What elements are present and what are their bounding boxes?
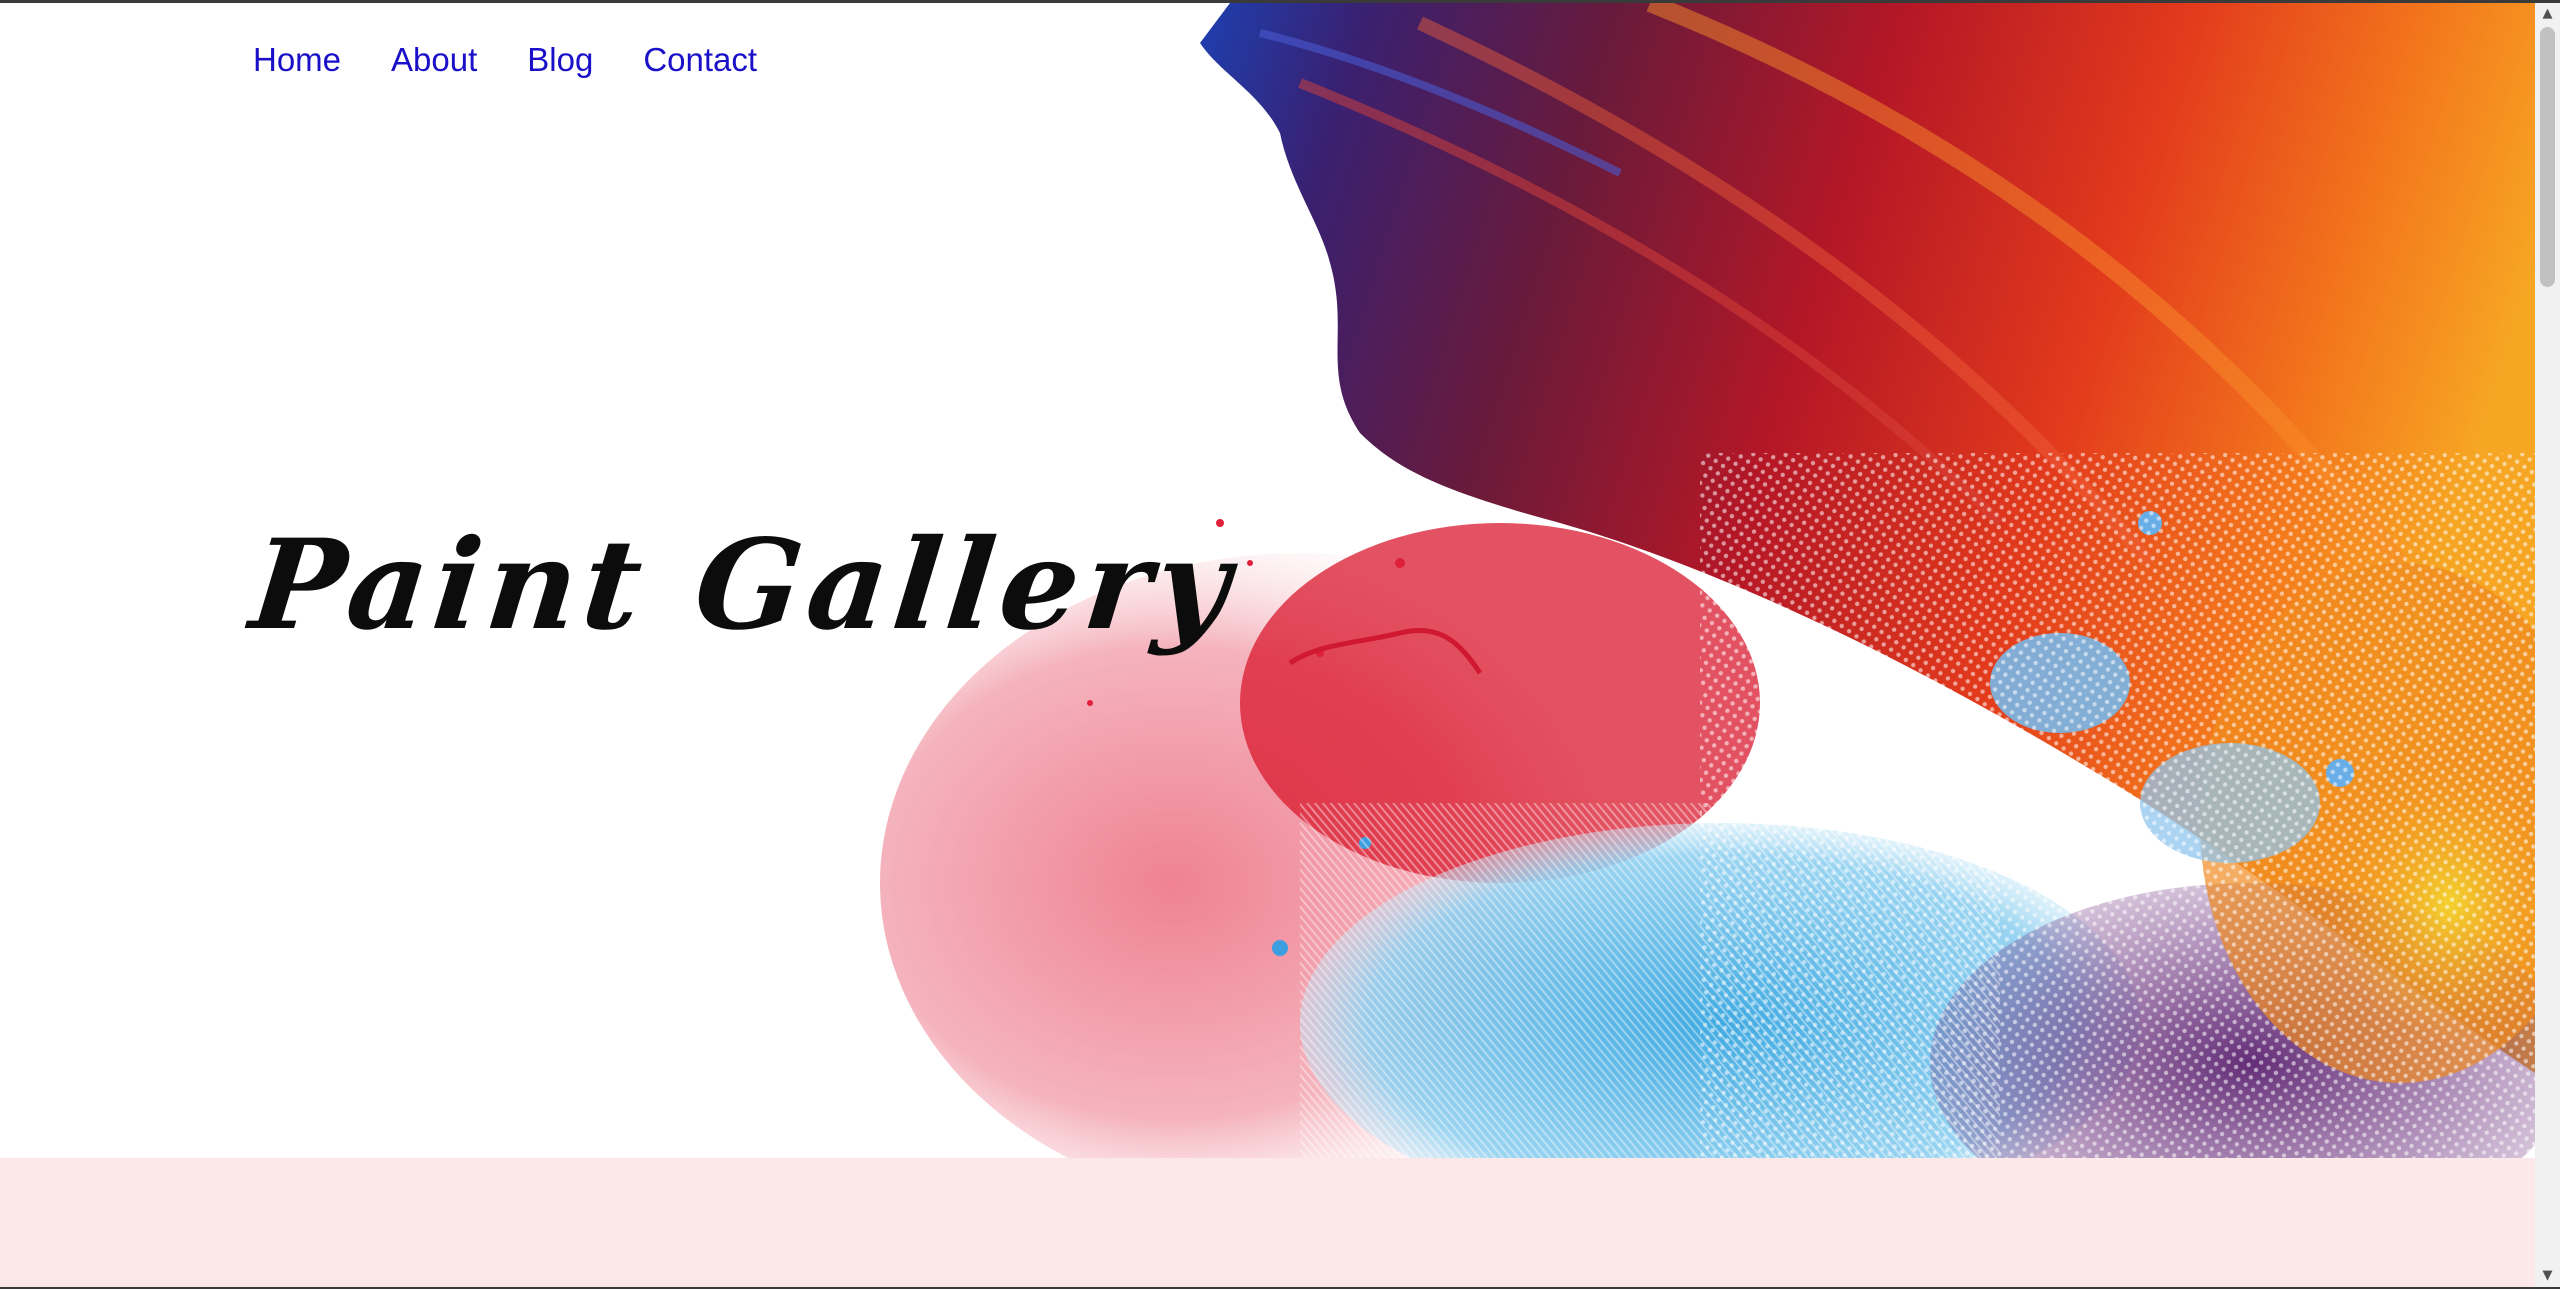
scroll-down-icon[interactable]: ▼ — [2535, 1265, 2560, 1287]
scroll-up-icon[interactable]: ▲ — [2535, 3, 2560, 25]
nav-link-contact[interactable]: Contact — [643, 41, 757, 79]
nav-link-about[interactable]: About — [391, 41, 477, 79]
nav-link-home[interactable]: Home — [253, 41, 341, 79]
main-nav: Home About Blog Contact — [253, 41, 757, 79]
nav-link-blog[interactable]: Blog — [527, 41, 593, 79]
hero-section: Home About Blog Contact Paint Gallery — [0, 3, 2535, 1158]
scroll-thumb[interactable] — [2540, 27, 2555, 287]
pink-content-band — [0, 1158, 2535, 1288]
hero-title: Paint Gallery — [244, 513, 1243, 658]
page-scrollbar[interactable]: ▲ ▼ — [2535, 3, 2560, 1287]
